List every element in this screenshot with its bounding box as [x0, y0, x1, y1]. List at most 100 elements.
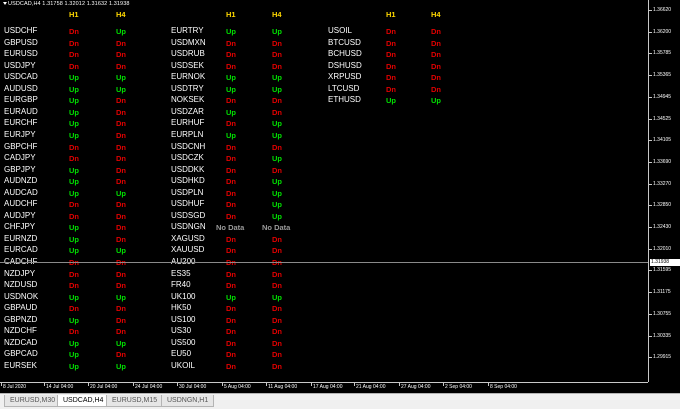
symbol-label: CHFJPY [4, 222, 36, 232]
price-tick [649, 357, 652, 359]
price-label: 1.36620 [653, 7, 672, 13]
trend-h1-signal: Dn [69, 281, 79, 291]
symbol-label: USDSGD [171, 210, 206, 220]
trend-h4-signal: Up [272, 130, 282, 140]
trend-h1-signal: Dn [226, 38, 236, 48]
price-tick [649, 53, 652, 55]
time-tick [1, 383, 2, 386]
trend-h4-signal: Up [272, 200, 282, 210]
trend-h1-signal: Dn [386, 61, 396, 71]
trend-h4-signal: Dn [272, 269, 282, 279]
trend-h4-signal: Dn [116, 142, 126, 152]
trend-h1-signal: Dn [226, 361, 236, 371]
symbol-label: USDDKK [171, 164, 205, 174]
tab-usdngn-h1[interactable]: USDNGN,H1 [161, 395, 215, 407]
trend-h1-signal: Up [69, 96, 79, 106]
symbol-label: EURTRY [171, 26, 204, 35]
price-tick [649, 183, 652, 185]
trend-h4-signal: Up [431, 96, 441, 106]
time-tick [88, 383, 89, 386]
symbol-label: EU50 [171, 349, 192, 359]
trend-h4-signal: Up [272, 177, 282, 187]
trend-h4-signal: Up [116, 188, 126, 198]
symbol-label: EURPLN [171, 129, 204, 139]
tab-eurusd-m15[interactable]: EURUSD,M15 [106, 395, 164, 407]
trend-h1-signal: Up [226, 107, 236, 117]
trend-h4-signal: Dn [116, 223, 126, 233]
time-tick [488, 383, 489, 386]
trend-h1-signal: Dn [69, 154, 79, 164]
symbol-label: XAGUSD [171, 233, 205, 243]
trend-h1-signal: Dn [226, 142, 236, 152]
trend-h1-signal: Dn [69, 61, 79, 71]
trend-h1-signal: Dn [69, 38, 79, 48]
price-label: 1.34525 [653, 115, 672, 122]
price-tick [649, 118, 652, 120]
trend-h1-signal: No Data [216, 223, 245, 233]
trend-h4-signal: Dn [116, 130, 126, 140]
symbol-label: USDNGN [171, 222, 206, 232]
symbol-label: USDCHF [4, 26, 38, 35]
symbol-label: GBPNZD [4, 314, 38, 324]
trend-h4-signal: Dn [272, 165, 282, 175]
trend-h4-signal: Dn [272, 338, 282, 348]
chart-area[interactable]: USDCAD,H4 1.31758 1.32012 1.31632 1.3193… [0, 0, 648, 382]
current-price-line [0, 262, 648, 263]
price-tick [649, 335, 652, 337]
symbol-label: XAUUSD [171, 245, 205, 255]
tab-eurusd-m30[interactable]: EURUSD,M30 [4, 395, 62, 407]
price-label: 1.33690 [653, 158, 672, 165]
trend-h1-signal: Dn [226, 338, 236, 348]
header-h4: H4 [431, 10, 441, 19]
dropdown-icon[interactable] [3, 2, 7, 6]
time-label: 5 Aug 04:00 [224, 384, 251, 390]
price-tick [649, 270, 652, 272]
trend-h4-signal: Dn [272, 246, 282, 256]
tab-usdcad-h4[interactable]: USDCAD,H4 [57, 395, 110, 407]
trend-h1-signal: Up [226, 73, 236, 83]
time-label: 8 Sep 04:00 [490, 384, 517, 390]
trend-h1-signal: Dn [69, 304, 79, 314]
symbol-label: HK50 [171, 303, 192, 313]
trend-h4-signal: Up [116, 246, 126, 256]
time-label: 14 Jul 04:00 [46, 384, 74, 390]
symbol-label: AUDJPY [4, 210, 36, 220]
trend-h4-signal: Dn [116, 281, 126, 291]
symbol-label: DSHUSD [328, 60, 362, 70]
trend-h4-signal: Dn [116, 107, 126, 117]
symbol-label: USDCAD [4, 72, 38, 82]
time-label: 20 Jul 04:00 [90, 384, 118, 390]
symbol-label: BTCUSD [328, 37, 361, 47]
trend-h1-signal: Up [386, 96, 396, 106]
trend-h1-signal: Dn [386, 50, 396, 60]
symbol-label: NZDJPY [4, 268, 36, 278]
symbol-label: AUDCAD [4, 187, 38, 197]
trend-h1-signal: Dn [386, 84, 396, 94]
price-tick [649, 10, 652, 11]
symbol-label: NOKSEK [171, 95, 205, 105]
symbol-label: US30 [171, 326, 192, 336]
header-h4: H4 [272, 10, 282, 19]
price-label: 1.33270 [653, 180, 672, 187]
trend-h1-signal: Dn [226, 200, 236, 210]
chart-title-text: USDCAD,H4 1.31758 1.32012 1.31632 1.3193… [8, 1, 130, 7]
symbol-label: USDTRY [171, 83, 204, 93]
trend-h1-signal: Dn [226, 269, 236, 279]
trend-h4-signal: Dn [272, 96, 282, 106]
trend-h1-signal: Up [69, 177, 79, 187]
price-tick [649, 31, 652, 33]
symbol-label: USDCNH [171, 141, 206, 151]
trend-h4-signal: Dn [272, 327, 282, 337]
header-h1: H1 [69, 10, 79, 19]
trend-h4-signal: Dn [116, 61, 126, 71]
trend-h1-signal: Up [69, 234, 79, 244]
trend-h1-signal: Dn [226, 234, 236, 244]
price-axis[interactable]: 1.36620 1.36200 1.35785 1.35365 1.34945 1.345… [648, 0, 680, 382]
trend-h1-signal: Dn [226, 315, 236, 325]
trend-h4-signal: Up [272, 292, 282, 302]
trend-h4-signal: No Data [262, 223, 291, 233]
trend-h1-signal: Dn [69, 50, 79, 60]
symbol-label: NZDUSD [4, 280, 38, 290]
trend-h4-signal: Up [116, 27, 126, 36]
time-tick [44, 383, 45, 386]
